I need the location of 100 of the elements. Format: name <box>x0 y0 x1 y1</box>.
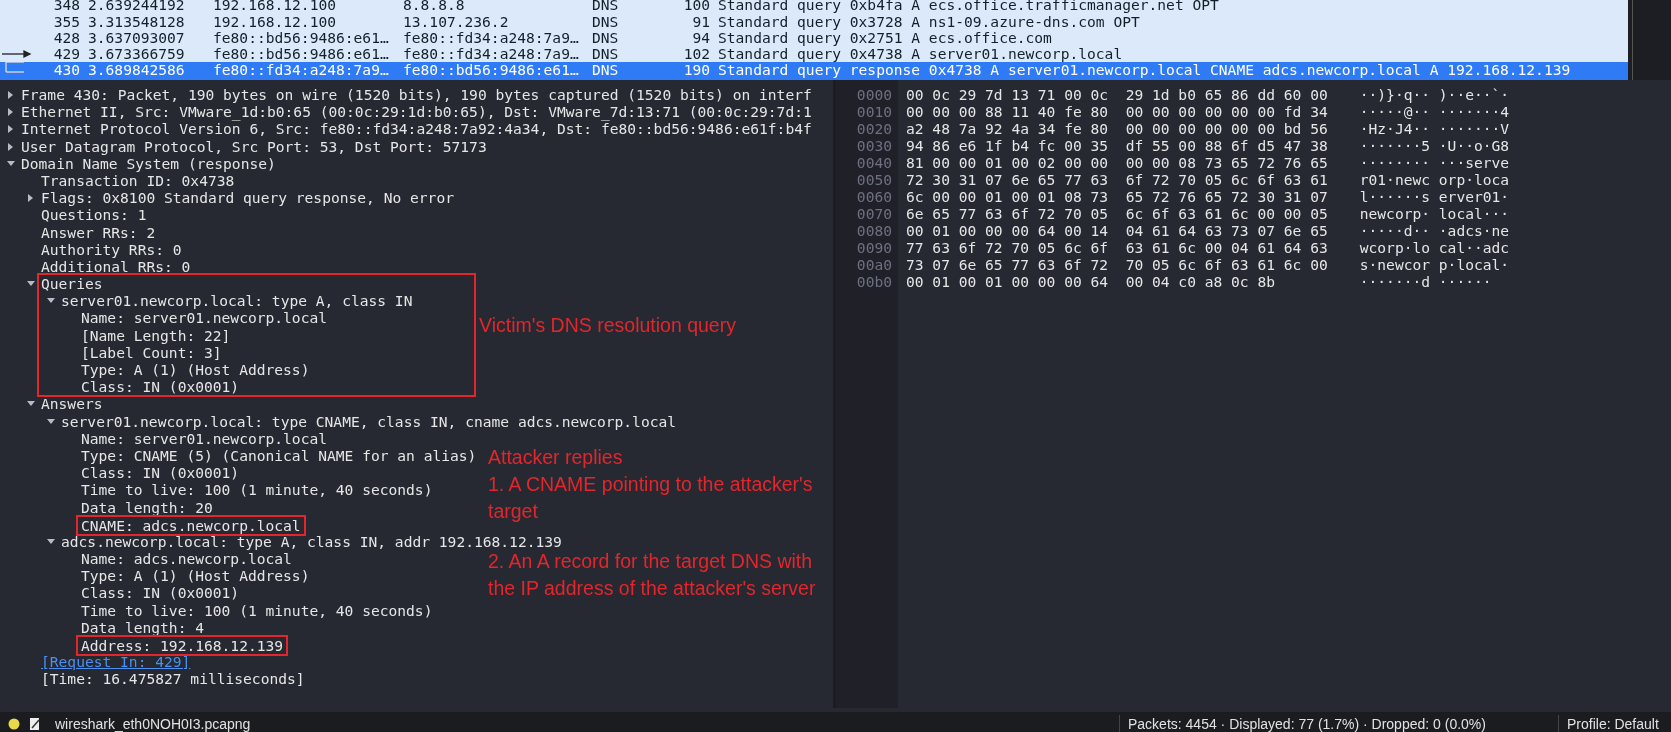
hex-bytes: 6c 00 00 01 00 01 08 73 65 72 76 65 72 30 31 07 <box>906 188 1328 205</box>
hex-bytes: 6e 65 77 63 6f 72 70 05 6c 6f 63 61 6c 00 00 05 <box>906 205 1328 222</box>
packet-row[interactable]: 428 3.637093007 fe80::bd56:9486:e61… fe80::fd34:a248:7a9… DNS 94 Standard query 0x2751 A ecs.office.com <box>0 30 1628 46</box>
packet-number: 430 <box>52 62 80 78</box>
tree-item[interactable]: server01.newcorp.local: type A, class IN <box>61 292 413 310</box>
byte-offset: 0070 <box>855 205 892 222</box>
tree-item[interactable]: [Label Count: 3] <box>81 343 222 361</box>
ascii-bytes: ·····d·· ·adcs·ne <box>1359 222 1510 239</box>
packet-summary: Packets: 4454 · Displayed: 77 (1.7%) · Dropped: 0 (0.0%) <box>1127 716 1487 732</box>
tree-item[interactable]: User Datagram Protocol, Src Port: 53, Dst Port: 57173 <box>21 137 487 155</box>
annotation-text: 1. A CNAME pointing to the attacker's target <box>488 472 814 524</box>
packet-source: fe80::bd56:9486:e61… <box>213 46 390 62</box>
hex-bytes: 94 86 e6 1f b4 fc 00 35 df 55 00 88 6f d5 47 38 <box>906 137 1328 154</box>
packet-row[interactable]: 430 3.689842586 fe80::fd34:a248:7a9… fe80::bd56:9486:e61… DNS 190 Standard query response 0x4738 A server01.newcorp.local CNAME adcs.newcorp.local A 192.168.12.139 <box>0 62 1628 78</box>
packet-info: Standard query 0x3728 A ns1-09.azure-dns.com OPT <box>718 14 1140 30</box>
hex-bytes: 73 07 6e 65 77 63 6f 72 70 05 6c 6f 63 61 6c 00 <box>906 256 1328 273</box>
byte-offset: 00b0 <box>855 273 892 290</box>
profile-label[interactable]: Profile: Default <box>1559 716 1671 732</box>
tree-item[interactable]: Data length: 20 <box>81 498 213 516</box>
tree-item[interactable]: Type: CNAME (5) (Canonical NAME for an alias) <box>81 446 477 465</box>
packet-destination: fe80::bd56:9486:e61… <box>403 62 580 78</box>
packet-time: 3.313548128 <box>88 14 186 30</box>
ascii-bytes: l······s erver01· <box>1359 188 1510 205</box>
packet-destination: fe80::fd34:a248:7a9… <box>403 46 580 62</box>
tree-item[interactable]: Class: IN (0x0001) <box>81 584 240 602</box>
tree-item[interactable]: Frame 430: Packet, 190 bytes on wire (1520 bits), 190 bytes captured (1520 bits) on interf <box>21 86 812 104</box>
byte-offset: 00a0 <box>855 256 892 273</box>
tree-item[interactable]: [Time: 16.475827 milliseconds] <box>41 670 305 688</box>
tree-item[interactable]: Class: IN (0x0001) <box>81 378 240 396</box>
expanded-arrow-icon[interactable] <box>46 417 56 426</box>
tree-item[interactable]: Flags: 0x8100 Standard query response, No error <box>41 189 454 207</box>
packet-number: 348 <box>52 0 80 14</box>
tree-item[interactable]: Name: adcs.newcorp.local <box>81 550 292 568</box>
tree-item[interactable]: Internet Protocol Version 6, Src: fe80::fd34:a248:7a92:4a34, Dst: fe80::bd56:9486:e61f:b4f <box>21 120 812 138</box>
packet-length: 102 <box>682 46 710 62</box>
packet-length: 94 <box>691 30 710 46</box>
packet-time: 3.689842586 <box>88 62 186 78</box>
packet-destination: fe80::fd34:a248:7a9… <box>403 30 580 46</box>
ascii-bytes: ··)}·q·· )··e··`· <box>1359 86 1510 103</box>
tree-item[interactable]: Name: server01.newcorp.local <box>81 309 327 327</box>
status-indicator-icon <box>8 718 20 730</box>
packet-row[interactable]: 355 3.313548128 192.168.12.100 13.107.236.2 DNS 91 Standard query 0x3728 A ns1-09.azure-dns.com OPT <box>0 14 1628 30</box>
packet-protocol: DNS <box>592 30 620 46</box>
tree-item[interactable]: Type: A (1) (Host Address) <box>81 567 310 585</box>
highlighted-tree-item[interactable]: CNAME: adcs.newcorp.local <box>76 514 306 536</box>
byte-offset: 0090 <box>855 239 892 256</box>
tree-item[interactable]: Additional RRs: 0 <box>41 257 191 276</box>
annotation-text: Victim's DNS resolution query <box>479 313 737 338</box>
packet-source: 192.168.12.100 <box>213 14 337 30</box>
hex-bytes: 00 0c 29 7d 13 71 00 0c 29 1d b0 65 86 dd 60 00 <box>906 86 1328 103</box>
highlighted-tree-item[interactable]: Address: 192.168.12.139 <box>76 635 289 657</box>
packet-info: Standard query 0x2751 A ecs.office.com <box>718 30 1052 46</box>
tree-item[interactable]: Queries <box>41 275 103 293</box>
capture-file-name: wireshark_eth0NOH0I3.pcapng <box>55 716 252 732</box>
tree-item[interactable]: Answers <box>41 395 103 413</box>
tree-item[interactable]: Type: A (1) (Host Address) <box>81 361 310 379</box>
expanded-arrow-icon[interactable] <box>46 537 56 546</box>
packet-number: 429 <box>52 46 80 62</box>
tree-item[interactable]: Questions: 1 <box>41 206 147 224</box>
packet-number: 428 <box>52 30 80 46</box>
packet-row[interactable]: 429 3.673366759 fe80::bd56:9486:e61… fe80::fd34:a248:7a9… DNS 102 Standard query 0x4738 A server01.newcorp.local <box>0 46 1628 62</box>
byte-offset: 0000 <box>855 86 892 103</box>
packet-destination: 13.107.236.2 <box>403 14 510 30</box>
tree-item[interactable]: Data length: 4 <box>81 618 204 636</box>
packet-time: 3.637093007 <box>88 30 186 46</box>
tree-item[interactable]: Domain Name System (response) <box>21 154 276 172</box>
annotation-text: Attacker replies <box>488 445 624 470</box>
tree-item[interactable]: server01.newcorp.local: type CNAME, class IN, cname adcs.newcorp.local <box>61 412 677 430</box>
tree-item[interactable]: Ethernet II, Src: VMware_1d:b0:65 (00:0c:29:1d:b0:65), Dst: VMware_7d:13:71 (00:0c:29:7d:1 <box>21 103 812 121</box>
hex-bytes: 81 00 00 01 00 02 00 00 00 00 08 73 65 72 76 65 <box>906 154 1328 171</box>
packet-protocol: DNS <box>592 46 620 62</box>
packet-protocol: DNS <box>592 62 620 78</box>
byte-offset: 0080 <box>855 222 892 239</box>
hex-bytes: 00 01 00 01 00 00 00 64 00 04 c0 a8 0c 8b <box>906 273 1277 290</box>
expanded-arrow-icon[interactable] <box>6 159 16 168</box>
annotation-text: 2. An A record for the target DNS with the IP address of the attacker's server <box>488 549 817 601</box>
byte-offset: 0060 <box>855 188 892 205</box>
packet-length: 190 <box>682 62 710 78</box>
hex-bytes: 00 01 00 00 00 64 00 14 04 61 64 63 73 07 6e 65 <box>906 222 1328 239</box>
packet-time: 3.673366759 <box>88 46 186 62</box>
packet-source: fe80::bd56:9486:e61… <box>213 30 390 46</box>
tree-item[interactable]: Name: server01.newcorp.local <box>81 429 327 447</box>
edit-note-icon[interactable] <box>29 717 41 731</box>
ascii-bytes: r01·newc orp·loca <box>1359 171 1510 188</box>
tree-item[interactable]: Transaction ID: 0x4738 <box>41 171 235 190</box>
byte-offset: 0050 <box>855 171 892 188</box>
packet-protocol: DNS <box>592 0 620 14</box>
hex-bytes: a2 48 7a 92 4a 34 fe 80 00 00 00 00 00 00 bd 56 <box>906 120 1328 137</box>
tree-item[interactable]: [Name Length: 22] <box>81 326 231 344</box>
ascii-bytes: newcorp· local··· <box>1359 205 1510 222</box>
ascii-bytes: ·······5 ·U··o·G8 <box>1359 137 1510 154</box>
tree-item[interactable]: Time to live: 100 (1 minute, 40 seconds) <box>81 481 433 499</box>
hex-bytes: 77 63 6f 72 70 05 6c 6f 63 61 6c 00 04 61 64 63 <box>906 239 1328 256</box>
packet-protocol: DNS <box>592 14 620 30</box>
packet-destination: 8.8.8.8 <box>403 0 466 14</box>
tree-item[interactable]: Class: IN (0x0001) <box>81 464 240 482</box>
tree-item[interactable]: Answer RRs: 2 <box>41 223 156 241</box>
tree-item[interactable]: Time to live: 100 (1 minute, 40 seconds) <box>81 601 433 619</box>
ascii-bytes: wcorp·lo cal··adc <box>1359 239 1510 256</box>
tree-item[interactable]: Authority RRs: 0 <box>41 240 182 258</box>
